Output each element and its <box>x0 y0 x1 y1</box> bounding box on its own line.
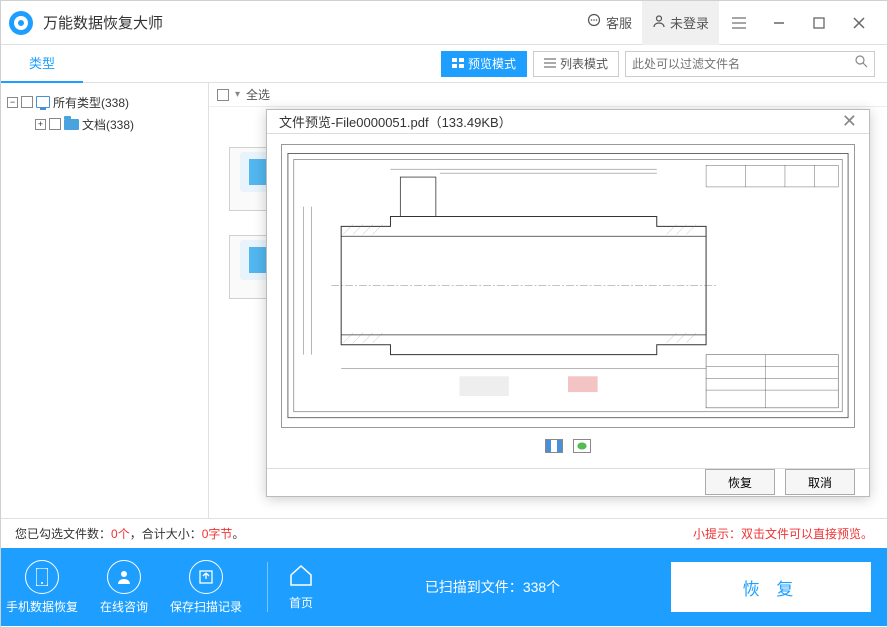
preview-modal: 文件预览-File0000051.pdf（133.49KB） ✕ <box>266 109 870 497</box>
modal-body <box>267 134 869 467</box>
modal-recover-button[interactable]: 恢复 <box>705 469 775 495</box>
modal-overlay: 文件预览-File0000051.pdf（133.49KB） ✕ <box>1 1 887 627</box>
modal-header: 文件预览-File0000051.pdf（133.49KB） ✕ <box>267 110 869 134</box>
zoom-fit-button[interactable] <box>545 439 563 453</box>
modal-footer: 恢复 取消 <box>267 468 869 496</box>
modal-cancel-button[interactable]: 取消 <box>785 469 855 495</box>
zoom-controls <box>281 434 855 458</box>
close-icon[interactable]: ✕ <box>842 111 857 132</box>
zoom-actual-button[interactable] <box>573 439 591 453</box>
pdf-preview-drawing <box>281 144 855 427</box>
modal-title: 文件预览-File0000051.pdf（133.49KB） <box>279 112 512 131</box>
